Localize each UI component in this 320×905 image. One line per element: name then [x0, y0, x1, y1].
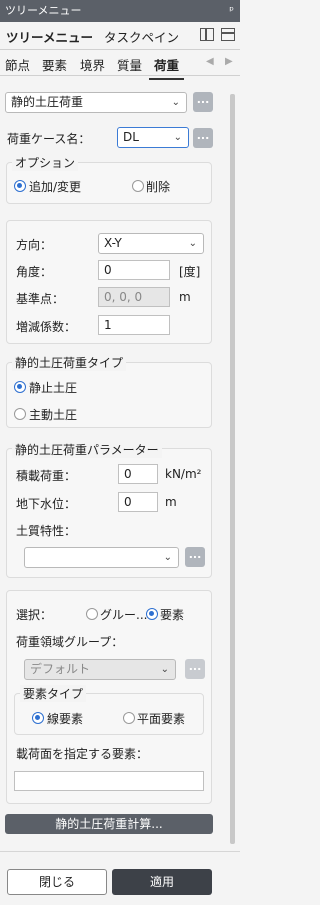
chevron-right-icon[interactable]: ▶ — [225, 56, 233, 67]
chevron-left-icon[interactable]: ◀ — [206, 56, 214, 67]
load-type-value: 静的土圧荷重 — [11, 95, 84, 109]
region-group-select: デフォルト ⌄ — [24, 659, 176, 680]
region-group-value: デフォルト — [30, 662, 91, 676]
water-level-unit: m — [165, 495, 177, 509]
tab-task-pane[interactable]: タスクペイン — [104, 27, 179, 46]
at-rest-label[interactable]: 静止土圧 — [29, 379, 77, 396]
load-case-value: DL — [123, 130, 139, 144]
tab-tree-menu[interactable]: ツリーメニュー — [3, 27, 96, 52]
angle-label: 角度： — [16, 265, 53, 279]
soil-select[interactable]: ⌄ — [24, 547, 179, 568]
tab-load[interactable]: 荷重 — [148, 55, 185, 80]
option-add-radio[interactable] — [14, 180, 26, 192]
water-level-input[interactable]: 0 — [118, 492, 158, 512]
scrollbar-thumb[interactable] — [230, 94, 235, 844]
water-level-label: 地下水位： — [16, 497, 77, 511]
load-case-more-button[interactable]: ... — [193, 128, 213, 148]
pressure-type-legend: 静的土圧荷重タイプ — [12, 354, 127, 371]
option-add-label[interactable]: 追加/変更 — [29, 178, 81, 195]
sub-tab-bar: 節点 要素 境界 質量 荷重 ◀ ▶ — [0, 50, 240, 80]
load-type-more-button[interactable]: ... — [193, 92, 213, 112]
factor-label: 増減係数： — [16, 320, 77, 334]
load-surface-label: 載荷面を指定する要素： — [16, 747, 149, 761]
chevron-down-icon: ⌄ — [171, 97, 180, 108]
selection-label: 選択： — [16, 608, 53, 622]
element-type-legend: 要素タイプ — [20, 685, 87, 702]
select-element-radio[interactable] — [146, 608, 158, 620]
select-element-label[interactable]: 要素 — [160, 606, 184, 623]
at-rest-radio[interactable] — [14, 381, 26, 393]
close-button[interactable]: 閉じる — [7, 869, 107, 895]
window-title: ツリーメニュー — [5, 4, 82, 17]
chevron-down-icon: ⌄ — [163, 552, 172, 563]
pin-icon[interactable]: ᵖ — [229, 0, 234, 22]
chevron-down-icon: ⌄ — [160, 664, 169, 675]
option-delete-label[interactable]: 削除 — [146, 178, 170, 195]
region-group-label: 荷重領域グループ： — [16, 635, 124, 649]
options-legend: オプション — [12, 154, 79, 171]
scrollbar[interactable] — [225, 76, 240, 851]
select-group-radio[interactable] — [86, 608, 98, 620]
apply-button[interactable]: 適用 — [112, 869, 212, 895]
calc-button[interactable]: 静的土圧荷重計算... — [5, 814, 213, 834]
surcharge-unit: kN/m² — [165, 467, 202, 481]
angle-input[interactable]: 0 — [98, 260, 170, 280]
plane-element-radio[interactable] — [123, 712, 135, 724]
tab-boundary[interactable]: 境界 — [80, 55, 105, 74]
direction-select[interactable]: X-Y ⌄ — [98, 233, 204, 254]
load-case-select[interactable]: DL ⌄ — [117, 127, 189, 148]
window-icon[interactable] — [221, 28, 235, 41]
top-tab-bar: ツリーメニュー タスクペイン — [0, 22, 240, 52]
plane-element-label[interactable]: 平面要素 — [137, 710, 185, 727]
load-surface-input[interactable] — [14, 771, 204, 791]
active-pressure-label[interactable]: 主動土圧 — [29, 406, 77, 423]
base-point-unit: m — [179, 290, 191, 304]
chevron-down-icon: ⌄ — [188, 238, 197, 249]
chevron-down-icon: ⌄ — [173, 132, 182, 143]
window-titlebar: ツリーメニュー ᵖ — [0, 0, 240, 22]
option-delete-radio[interactable] — [132, 180, 144, 192]
surcharge-label: 積載荷重： — [16, 469, 77, 483]
direction-label: 方向： — [16, 238, 53, 252]
angle-unit: [度] — [179, 265, 201, 279]
active-pressure-radio[interactable] — [14, 408, 26, 420]
soil-more-button[interactable]: ... — [185, 547, 205, 567]
line-element-radio[interactable] — [32, 712, 44, 724]
line-element-label[interactable]: 線要素 — [47, 710, 83, 727]
surcharge-input[interactable]: 0 — [118, 464, 158, 484]
tab-mass[interactable]: 質量 — [117, 55, 142, 74]
region-more-button: ... — [185, 659, 205, 679]
load-type-select[interactable]: 静的土圧荷重 ⌄ — [5, 92, 187, 113]
tab-node[interactable]: 節点 — [5, 55, 30, 74]
load-case-label: 荷重ケース名： — [7, 132, 91, 146]
soil-label: 土質特性： — [16, 524, 77, 538]
layout-icon[interactable] — [200, 28, 214, 41]
base-point-input: 0, 0, 0 — [98, 287, 170, 307]
direction-value: X-Y — [104, 236, 122, 250]
params-legend: 静的土圧荷重パラメーター — [12, 441, 162, 458]
select-group-label[interactable]: グルー... — [100, 606, 147, 623]
base-point-label: 基準点： — [16, 292, 65, 306]
factor-input[interactable]: 1 — [98, 315, 170, 335]
tab-element[interactable]: 要素 — [42, 55, 67, 74]
